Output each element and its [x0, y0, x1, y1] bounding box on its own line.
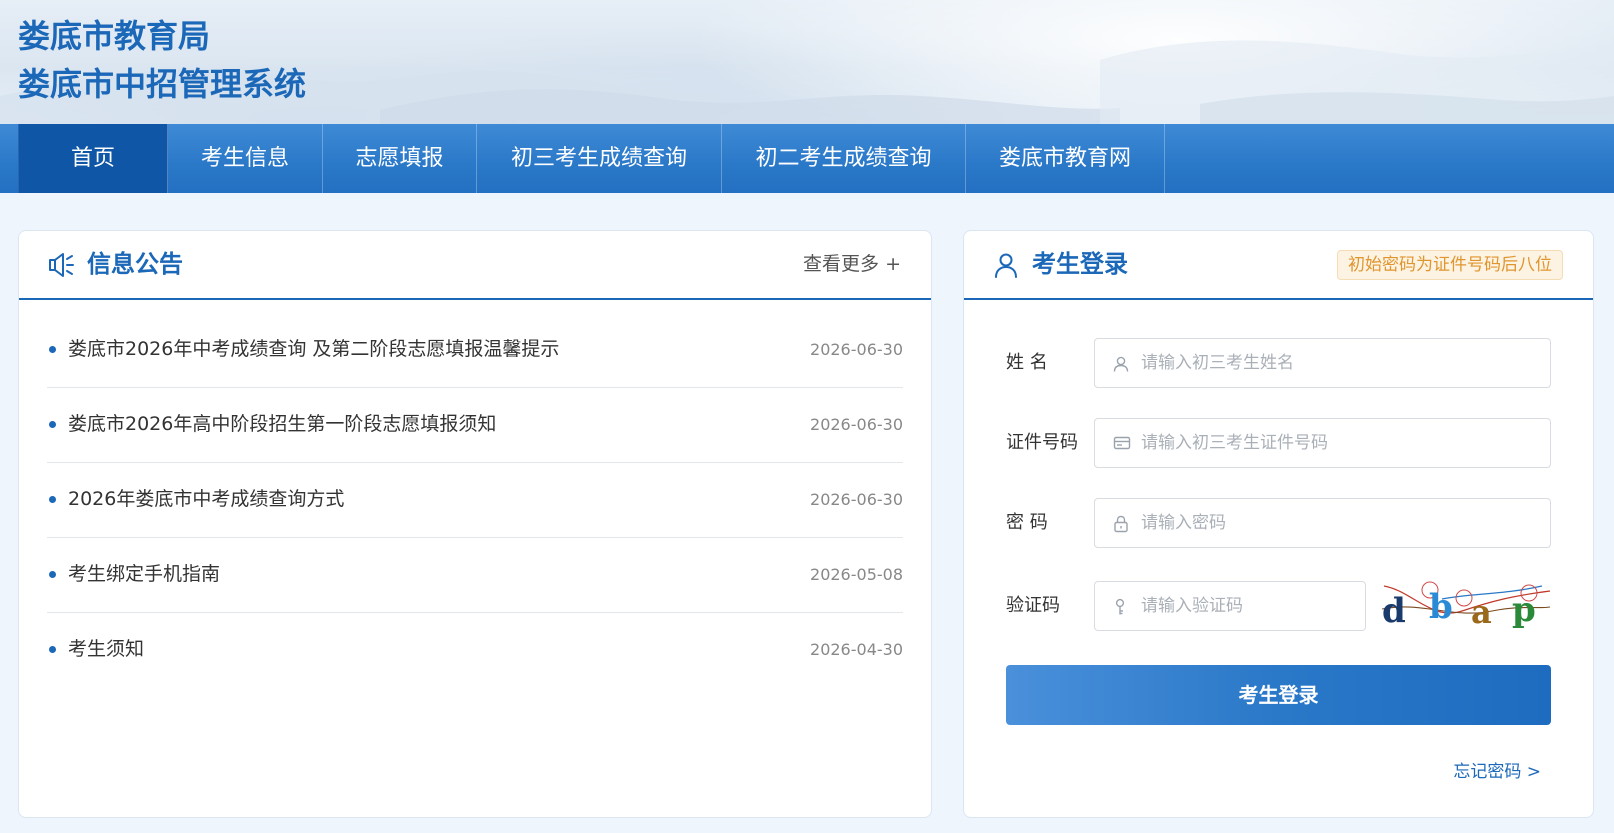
name-label: 姓 名 — [1006, 352, 1048, 373]
site-header: 娄底市教育局 娄底市中招管理系统 — [0, 0, 1614, 124]
forgot-password-link[interactable]: 忘记密码 > — [1453, 757, 1541, 782]
password-row: 密 码 — [1006, 498, 1551, 548]
captcha-char: b — [1429, 587, 1453, 627]
name-field-wrap — [1094, 338, 1551, 388]
captcha-char: p — [1512, 590, 1536, 630]
announcement-list: 娄底市2026年中考成绩查询 及第二阶段志愿填报温馨提示 2026-06-30 … — [47, 313, 903, 688]
key-icon — [1113, 598, 1127, 620]
header-title-org: 娄底市教育局 — [18, 17, 211, 55]
bullet-dot — [49, 421, 56, 428]
nav-item-home[interactable]: 首页 — [18, 124, 168, 193]
list-item[interactable]: 2026年娄底市中考成绩查询方式 2026-06-30 — [47, 463, 903, 538]
id-row: 证件号码 — [1006, 418, 1551, 468]
news-title[interactable]: 娄底市2026年中考成绩查询 及第二阶段志愿填报温馨提示 — [68, 313, 559, 386]
list-item[interactable]: 考生绑定手机指南 2026-05-08 — [47, 538, 903, 613]
announcement-title: 信息公告 — [87, 250, 183, 278]
nav-item-education-site[interactable]: 娄底市教育网 — [966, 124, 1165, 193]
bullet-dot — [49, 571, 56, 578]
header-titles: 娄底市教育局 娄底市中招管理系统 — [18, 12, 306, 108]
nav-item-student-info[interactable]: 考生信息 — [168, 124, 323, 193]
id-card-icon — [1113, 435, 1131, 455]
login-panel: 考生登录 初始密码为证件号码后八位 姓 名 证件号码 — [963, 230, 1594, 818]
megaphone-icon — [47, 251, 77, 283]
news-title[interactable]: 考生绑定手机指南 — [68, 538, 220, 611]
nav-item-grade8-scores[interactable]: 初二考生成绩查询 — [722, 124, 966, 193]
captcha-row: 验证码 d b a — [1006, 581, 1551, 631]
bullet-dot — [49, 346, 56, 353]
login-title: 考生登录 — [1032, 250, 1128, 278]
news-date: 2026-06-30 — [810, 340, 903, 359]
bullet-dot — [49, 496, 56, 503]
news-date: 2026-05-08 — [810, 565, 903, 584]
main-nav: 首页 考生信息 志愿填报 初三考生成绩查询 初二考生成绩查询 娄底市教育网 — [0, 124, 1614, 193]
password-input[interactable] — [1141, 499, 1541, 547]
id-label: 证件号码 — [1006, 432, 1078, 453]
id-field-wrap — [1094, 418, 1551, 468]
announcement-panel: 信息公告 查看更多 + 娄底市2026年中考成绩查询 及第二阶段志愿填报温馨提示… — [18, 230, 932, 818]
user-icon — [1113, 355, 1129, 377]
news-date: 2026-06-30 — [810, 415, 903, 434]
news-title[interactable]: 娄底市2026年高中阶段招生第一阶段志愿填报须知 — [68, 388, 496, 461]
login-header: 考生登录 初始密码为证件号码后八位 — [964, 231, 1593, 300]
captcha-char: d — [1382, 591, 1406, 631]
list-item[interactable]: 娄底市2026年高中阶段招生第一阶段志愿填报须知 2026-06-30 — [47, 388, 903, 463]
login-button[interactable]: 考生登录 — [1006, 665, 1551, 725]
captcha-image[interactable]: d b a p — [1381, 581, 1551, 631]
password-field-wrap — [1094, 498, 1551, 548]
announcement-header: 信息公告 查看更多 + — [19, 231, 931, 300]
bullet-dot — [49, 646, 56, 653]
list-item[interactable]: 考生须知 2026-04-30 — [47, 613, 903, 688]
password-label: 密 码 — [1006, 512, 1048, 533]
news-title[interactable]: 2026年娄底市中考成绩查询方式 — [68, 463, 344, 536]
captcha-input[interactable] — [1141, 582, 1361, 630]
name-input[interactable] — [1141, 339, 1541, 387]
lock-icon — [1113, 515, 1129, 537]
list-item[interactable]: 娄底市2026年中考成绩查询 及第二阶段志愿填报温馨提示 2026-06-30 — [47, 313, 903, 388]
nav-item-application[interactable]: 志愿填报 — [323, 124, 477, 193]
captcha-char: a — [1471, 593, 1492, 631]
news-date: 2026-04-30 — [810, 640, 903, 659]
user-icon — [994, 251, 1018, 283]
captcha-label: 验证码 — [1006, 595, 1060, 616]
news-date: 2026-06-30 — [810, 490, 903, 509]
header-title-system: 娄底市中招管理系统 — [18, 65, 307, 103]
name-row: 姓 名 — [1006, 338, 1551, 388]
id-number-input[interactable] — [1141, 419, 1541, 467]
password-hint-badge: 初始密码为证件号码后八位 — [1337, 250, 1563, 280]
nav-item-grade9-scores[interactable]: 初三考生成绩查询 — [477, 124, 722, 193]
news-title[interactable]: 考生须知 — [68, 613, 144, 686]
captcha-field-wrap — [1094, 581, 1366, 631]
view-more-link[interactable]: 查看更多 + — [803, 231, 901, 298]
